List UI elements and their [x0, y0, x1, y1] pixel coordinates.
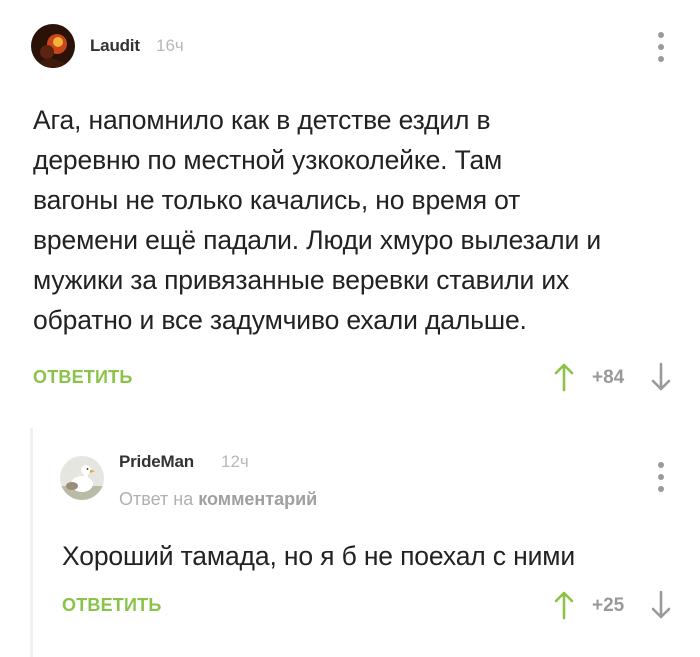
arrow-up-icon[interactable]: [553, 362, 575, 392]
reply-to-link[interactable]: комментарий: [198, 489, 317, 509]
vote-score: +84: [592, 367, 625, 388]
reply-to-prefix: Ответ на: [119, 489, 194, 509]
arrow-down-icon[interactable]: [650, 362, 672, 392]
vote-score: +25: [592, 595, 625, 616]
thread-line: [30, 428, 33, 657]
comment-text-line: Хороший тамада, но я б не поехал с ними: [62, 541, 575, 571]
more-vertical-icon[interactable]: [651, 462, 671, 492]
arrow-down-icon[interactable]: [650, 590, 672, 620]
comment-text-line: обратно и все задумчиво ехали дальше.: [33, 305, 527, 335]
comment-text-line: деревню по местной узкоколейке. Там: [33, 145, 503, 175]
comment-text-line: мужики за привязанные веревки ставили их: [33, 265, 570, 295]
arrow-up-icon[interactable]: [553, 590, 575, 620]
reply-to: Ответ на комментарий: [119, 489, 317, 510]
avatar[interactable]: [60, 456, 104, 500]
username[interactable]: Laudit: [90, 36, 140, 56]
comment-time: 16ч: [156, 36, 184, 55]
username[interactable]: PrideMan: [119, 452, 194, 472]
comment-time: 12ч: [221, 452, 249, 471]
comment-text-line: вагоны не только качались, но время от: [33, 185, 521, 215]
comment-text: Ага, напомнило как в детстве ездил в дер…: [33, 100, 683, 340]
comment-text-line: времени ещё падали. Люди хмуро вылезали …: [33, 225, 602, 255]
reply-button[interactable]: ОТВЕТИТЬ: [33, 367, 132, 388]
reply-button[interactable]: ОТВЕТИТЬ: [62, 595, 161, 616]
comment-text-line: Ага, напомнило как в детстве ездил в: [33, 105, 491, 135]
comment-text: Хороший тамада, но я б не поехал с ними: [62, 536, 682, 576]
avatar[interactable]: [31, 24, 75, 68]
more-vertical-icon[interactable]: [651, 32, 671, 62]
